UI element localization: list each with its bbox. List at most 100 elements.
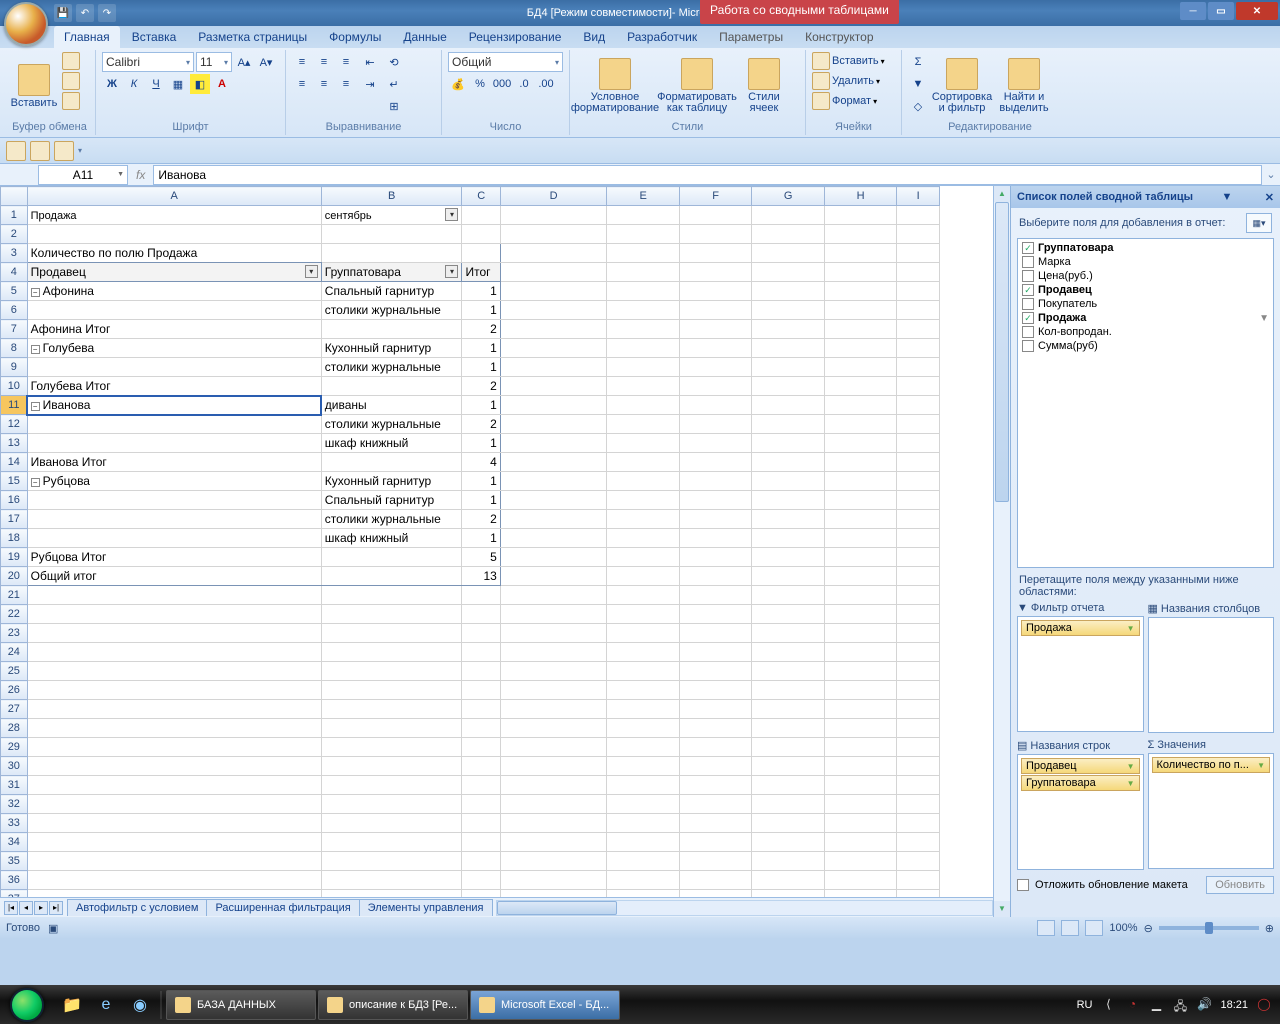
cell[interactable] (824, 396, 896, 415)
cell[interactable] (679, 244, 751, 263)
cell[interactable] (824, 719, 896, 738)
cell[interactable] (752, 662, 824, 681)
cell[interactable]: 1 (462, 282, 500, 301)
cell[interactable] (500, 434, 607, 453)
cell[interactable] (679, 472, 751, 491)
cell[interactable] (500, 643, 607, 662)
cell[interactable] (500, 795, 607, 814)
cell[interactable] (679, 871, 751, 890)
cell[interactable]: Рубцова Итог (27, 548, 321, 567)
cell[interactable] (752, 377, 824, 396)
cell[interactable] (752, 396, 824, 415)
cell[interactable] (752, 225, 824, 244)
row-header[interactable]: 8 (1, 339, 28, 358)
find-select-button[interactable]: Найти и выделить (996, 52, 1052, 118)
cell[interactable]: шкаф книжный (321, 529, 462, 548)
cell[interactable] (500, 415, 607, 434)
cell[interactable] (321, 225, 462, 244)
qat-save-icon[interactable]: 💾 (54, 4, 72, 22)
cell[interactable] (679, 548, 751, 567)
security-icon[interactable] (6, 141, 26, 161)
view-normal-icon[interactable] (1037, 920, 1055, 936)
col-header-D[interactable]: D (500, 187, 607, 206)
cell[interactable] (462, 206, 500, 225)
cell[interactable] (897, 396, 940, 415)
cell[interactable]: −Голубева (27, 339, 321, 358)
cell[interactable]: Количество по полю Продажа (27, 244, 321, 263)
cell[interactable] (824, 358, 896, 377)
row-header[interactable]: 7 (1, 320, 28, 339)
cell[interactable]: Продажа (27, 206, 321, 225)
cut-icon[interactable] (62, 52, 80, 70)
cell[interactable] (679, 662, 751, 681)
cell[interactable] (752, 852, 824, 871)
row-header[interactable]: 9 (1, 358, 28, 377)
fill-icon[interactable]: ▼ (908, 74, 928, 94)
col-header-H[interactable]: H (824, 187, 896, 206)
cell[interactable] (752, 263, 824, 282)
cell[interactable] (679, 377, 751, 396)
cell[interactable] (27, 434, 321, 453)
cell[interactable] (897, 472, 940, 491)
cell[interactable] (321, 795, 462, 814)
defer-checkbox[interactable] (1017, 879, 1029, 891)
cell[interactable] (27, 795, 321, 814)
cell[interactable]: Общий итог (27, 567, 321, 586)
tray-network-icon[interactable]: 🖧 (1172, 997, 1188, 1013)
cell[interactable]: шкаф книжный (321, 434, 462, 453)
pivot-field[interactable]: ✓Продавец (1020, 283, 1271, 297)
sheet-tab[interactable]: Элементы управления (359, 899, 493, 916)
cell[interactable] (500, 567, 607, 586)
cell[interactable] (607, 890, 679, 898)
cell[interactable] (897, 206, 940, 225)
cell[interactable]: Иванова Итог (27, 453, 321, 472)
orientation-icon[interactable]: ⟲ (384, 52, 404, 72)
cell[interactable]: Итог (462, 263, 500, 282)
cell[interactable] (752, 453, 824, 472)
cell[interactable] (607, 719, 679, 738)
cell[interactable] (824, 529, 896, 548)
tab-Вид[interactable]: Вид (573, 26, 615, 48)
cell[interactable] (500, 890, 607, 898)
cell[interactable]: −Иванова (27, 396, 321, 415)
cell[interactable] (679, 833, 751, 852)
row-header[interactable]: 4 (1, 263, 28, 282)
cell[interactable] (824, 206, 896, 225)
cell[interactable] (27, 871, 321, 890)
copy-icon[interactable] (62, 72, 80, 90)
cell[interactable]: Кухонный гарнитур (321, 472, 462, 491)
cell[interactable] (500, 586, 607, 605)
select-all-corner[interactable] (1, 187, 28, 206)
cell[interactable] (679, 643, 751, 662)
cell[interactable] (752, 358, 824, 377)
cell[interactable] (679, 681, 751, 700)
cell[interactable] (679, 700, 751, 719)
name-box[interactable]: A11 (38, 165, 128, 185)
pivot-field[interactable]: ✓Продажа▼ (1020, 311, 1271, 325)
cell[interactable] (462, 890, 500, 898)
cell[interactable]: 2 (462, 320, 500, 339)
cell[interactable] (752, 206, 824, 225)
cell[interactable] (897, 605, 940, 624)
tray-icon[interactable]: ◔ (1124, 997, 1140, 1013)
pivot-field[interactable]: Покупатель (1020, 297, 1271, 311)
cell[interactable] (824, 472, 896, 491)
number-format-select[interactable]: Общий (448, 52, 563, 72)
cell[interactable] (607, 833, 679, 852)
cell[interactable] (321, 776, 462, 795)
cell[interactable] (27, 757, 321, 776)
cell[interactable] (321, 244, 462, 263)
cell[interactable]: 1 (462, 472, 500, 491)
cell[interactable] (679, 491, 751, 510)
row-header[interactable]: 34 (1, 833, 28, 852)
pivot-field[interactable]: Цена(руб.) (1020, 269, 1271, 283)
row-header[interactable]: 5 (1, 282, 28, 301)
cell[interactable] (607, 795, 679, 814)
cell[interactable] (607, 320, 679, 339)
sheet-tab[interactable]: Автофильтр с условием (67, 899, 207, 916)
cell[interactable] (607, 206, 679, 225)
cell[interactable] (27, 225, 321, 244)
cell[interactable] (27, 586, 321, 605)
cell[interactable] (500, 871, 607, 890)
pivot-field[interactable]: Сумма(руб) (1020, 339, 1271, 353)
